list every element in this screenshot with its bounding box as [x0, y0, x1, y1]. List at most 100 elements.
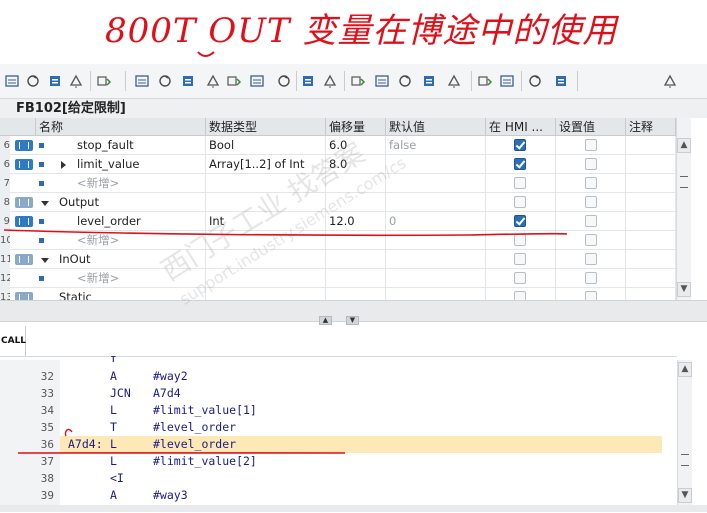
data-type-cell[interactable]: Int — [206, 212, 326, 231]
run-icon[interactable] — [421, 73, 437, 89]
default-value-cell[interactable] — [386, 155, 486, 174]
variable-name[interactable]: <新增> — [74, 231, 206, 250]
table-row[interactable]: 8 Output — [0, 193, 676, 212]
hmi-visible-checkbox[interactable] — [514, 234, 526, 246]
sequence-icon[interactable] — [499, 73, 515, 89]
code-line[interactable]: 36 A7d4: L #level_order — [41, 436, 662, 453]
code-line[interactable]: 37 L #limit_value[2] — [0, 453, 662, 470]
branch-icon[interactable] — [477, 73, 493, 89]
data-type-cell[interactable] — [206, 288, 326, 300]
code-scroll-down-button[interactable]: ▼ — [678, 488, 692, 503]
code-line[interactable]: 34 L #limit_value[1] — [0, 402, 662, 419]
code-scrollbar[interactable]: ▲ ▼ — [677, 360, 692, 505]
insert-row-icon[interactable] — [4, 73, 20, 89]
data-type-cell[interactable] — [206, 269, 326, 288]
code-scroll-up-button[interactable]: ▲ — [678, 362, 692, 377]
setpoint-checkbox[interactable] — [585, 253, 597, 265]
scroll-down-button[interactable]: ▼ — [677, 282, 691, 297]
table-scrollbar[interactable]: ▲ ▼ — [676, 118, 691, 300]
diagnostic-icon[interactable] — [527, 73, 543, 89]
variable-name[interactable]: InOut — [56, 250, 206, 269]
setpoint-checkbox[interactable] — [585, 234, 597, 246]
hmi-visible-checkbox[interactable] — [514, 291, 526, 300]
table-row[interactable]: 12 <新增> — [0, 269, 676, 288]
comment-cell[interactable] — [626, 136, 676, 155]
block-icon[interactable] — [96, 73, 112, 89]
data-type-cell[interactable] — [206, 193, 326, 212]
setpoint-checkbox[interactable] — [585, 177, 597, 189]
data-type-cell[interactable]: Bool — [206, 136, 326, 155]
breakpoint-icon[interactable] — [374, 73, 390, 89]
table-row[interactable]: 10 <新增> — [0, 231, 676, 250]
comment-cell[interactable] — [626, 193, 676, 212]
variable-name[interactable]: stop_fault — [74, 136, 206, 155]
refresh-icon[interactable] — [350, 73, 366, 89]
table-row[interactable]: 11 InOut — [0, 250, 676, 269]
monitor-icon[interactable] — [157, 73, 173, 89]
collapse-arrow-icon[interactable] — [41, 258, 49, 263]
check-icon[interactable] — [446, 73, 462, 89]
data-type-cell[interactable] — [206, 231, 326, 250]
hmi-visible-checkbox[interactable] — [514, 253, 526, 265]
setpoint-checkbox[interactable] — [585, 158, 597, 170]
callstack-icon[interactable] — [662, 73, 678, 89]
expand-icon[interactable] — [300, 73, 316, 89]
setpoint-checkbox[interactable] — [585, 196, 597, 208]
variable-name[interactable]: <新增> — [74, 174, 206, 193]
code-line[interactable]: 39 A #way3 — [0, 487, 662, 504]
default-value-cell[interactable] — [386, 231, 486, 250]
comment-cell[interactable] — [626, 212, 676, 231]
column-header[interactable]: 默认值 — [386, 118, 486, 136]
watch-icon[interactable] — [322, 73, 338, 89]
comment-icon[interactable] — [205, 73, 221, 89]
delete-network-icon[interactable] — [68, 73, 84, 89]
variable-name[interactable]: Output — [56, 193, 206, 212]
data-type-cell[interactable] — [206, 174, 326, 193]
delete-row-icon[interactable] — [25, 73, 41, 89]
collapse-down-button[interactable]: ▼ — [346, 316, 359, 325]
default-value-cell[interactable] — [386, 288, 486, 300]
comment-cell[interactable] — [626, 155, 676, 174]
upload-icon[interactable] — [249, 73, 265, 89]
comment-cell[interactable] — [626, 269, 676, 288]
code-line[interactable]: 33 JCN A7d4 — [0, 385, 662, 402]
call-tab[interactable]: CALL — [0, 326, 26, 356]
table-row[interactable]: 6 stop_fault Bool 6.0 false — [0, 136, 676, 155]
code-line[interactable]: 35 T #level_order — [0, 419, 662, 436]
column-header[interactable]: 偏移量 — [326, 118, 386, 136]
interface-icon[interactable] — [276, 73, 292, 89]
insert-network-icon[interactable] — [47, 73, 63, 89]
setpoint-checkbox[interactable] — [585, 215, 597, 227]
expand-arrow-icon[interactable] — [61, 161, 66, 169]
collapse-arrow-icon[interactable] — [41, 201, 49, 206]
download-icon[interactable] — [226, 73, 242, 89]
hmi-visible-checkbox[interactable] — [514, 177, 526, 189]
hmi-visible-checkbox[interactable] — [514, 158, 526, 170]
list-icon[interactable] — [134, 73, 150, 89]
variable-name[interactable]: Static — [56, 288, 206, 300]
table-row[interactable]: 13 Static — [0, 288, 676, 300]
comment-cell[interactable] — [626, 250, 676, 269]
column-header[interactable]: 名称 — [36, 118, 206, 136]
data-type-cell[interactable] — [206, 250, 326, 269]
column-header[interactable]: 在 HMI ... — [486, 118, 556, 136]
code-line[interactable]: 32 A #way2 — [0, 368, 662, 385]
variable-name[interactable]: level_order — [74, 212, 206, 231]
setpoint-checkbox[interactable] — [585, 139, 597, 151]
comment-cell[interactable] — [626, 231, 676, 250]
column-header[interactable]: 数据类型 — [206, 118, 326, 136]
setpoint-checkbox[interactable] — [585, 272, 597, 284]
code-scroll-grip-icon[interactable] — [681, 454, 689, 466]
table-icon[interactable] — [180, 73, 196, 89]
table-row[interactable]: 7 <新增> — [0, 174, 676, 193]
variable-name[interactable]: limit_value — [74, 155, 206, 174]
default-value-cell[interactable] — [386, 250, 486, 269]
setpoint-checkbox[interactable] — [585, 291, 597, 300]
default-value-cell[interactable]: false — [386, 136, 486, 155]
scroll-up-button[interactable]: ▲ — [677, 138, 691, 153]
scroll-grip-icon[interactable] — [680, 176, 688, 188]
hmi-visible-checkbox[interactable] — [514, 196, 526, 208]
variable-name[interactable]: <新增> — [74, 269, 206, 288]
comment-cell[interactable] — [626, 174, 676, 193]
glasses-icon[interactable] — [553, 73, 569, 89]
